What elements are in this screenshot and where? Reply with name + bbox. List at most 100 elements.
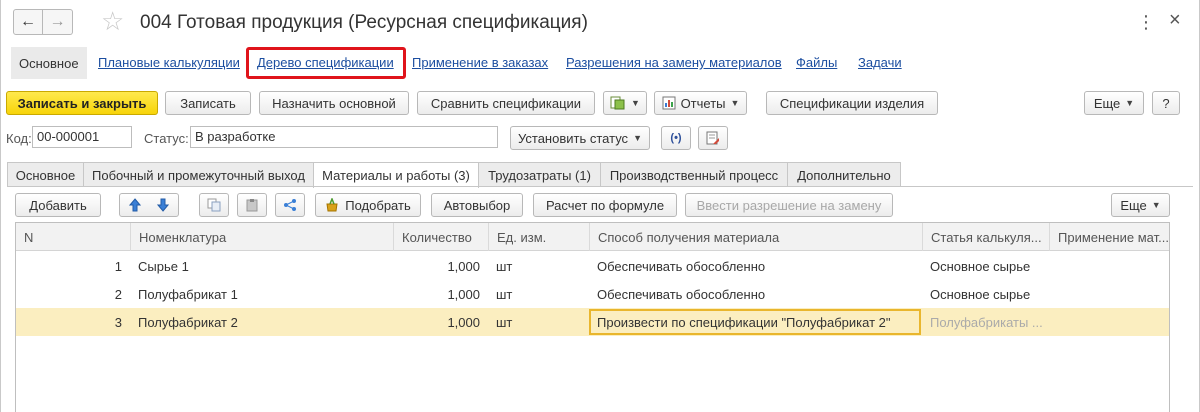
column-header-n[interactable]: N — [16, 223, 130, 251]
arrow-up-icon[interactable] — [121, 198, 149, 212]
forward-button[interactable]: → — [43, 9, 73, 35]
table-more-button[interactable]: Еще ▼ — [1111, 193, 1170, 217]
paste-icon — [245, 198, 259, 212]
panel-link-files[interactable]: Файлы — [796, 55, 837, 70]
form-window: ← → ☆ 004 Готовая продукция (Ресурсная с… — [0, 0, 1200, 412]
title-bar: ← → ☆ 004 Готовая продукция (Ресурсная с… — [1, 0, 1200, 44]
report-icon — [662, 96, 676, 110]
formula-calc-button[interactable]: Расчет по формуле — [533, 193, 677, 217]
tab-additional[interactable]: Дополнительно — [787, 162, 901, 187]
materials-table: N Номенклатура Количество Ед. изм. Спосо… — [15, 222, 1170, 412]
table-header: N Номенклатура Количество Ед. изм. Спосо… — [16, 223, 1169, 251]
cell-method: Обеспечивать обособленно — [597, 258, 766, 274]
back-button[interactable]: ← — [13, 9, 43, 35]
table-more-label: Еще — [1120, 197, 1147, 213]
cell-usage — [1049, 280, 1169, 308]
column-header-article[interactable]: Статья калькуля... — [922, 223, 1049, 251]
column-header-usage[interactable]: Применение мат... — [1049, 223, 1169, 251]
tab-byproducts[interactable]: Побочный и промежуточный выход — [83, 162, 314, 187]
code-label: Код: — [6, 131, 32, 146]
more-menu-icon[interactable]: ⋮ — [1137, 12, 1156, 33]
more-label: Еще — [1093, 95, 1121, 111]
tab-main[interactable]: Основное — [7, 162, 84, 187]
share-button[interactable] — [275, 193, 305, 217]
pick-bucket-icon — [325, 198, 339, 212]
chevron-down-icon: ▼ — [633, 133, 642, 143]
cell-method[interactable]: Произвести по спецификации "Полуфабрикат… — [589, 308, 922, 336]
table-row[interactable]: 1 Сырье 1 1,000 шт Обеспечивать обособле… — [16, 252, 1169, 280]
panel-link-order-usage[interactable]: Применение в заказах — [412, 55, 548, 70]
table-row-selected[interactable]: 3 Полуфабрикат 2 1,000 шт Произвести по … — [16, 308, 1169, 336]
enter-permit-button[interactable]: Ввести разрешение на замену — [685, 193, 893, 217]
cell-n: 1 — [114, 258, 122, 274]
reports-button[interactable]: Отчеты ▼ — [654, 91, 747, 115]
cell-article: Полуфабрикаты ... — [930, 314, 1043, 330]
chevron-down-icon: ▼ — [631, 98, 640, 108]
cell-qty: 1,000 — [447, 258, 480, 274]
tab-production-process[interactable]: Производственный процесс — [600, 162, 788, 187]
copy-button[interactable] — [199, 193, 229, 217]
cell-method: Обеспечивать обособленно — [597, 286, 766, 302]
autoselect-button[interactable]: Автовыбор — [431, 193, 523, 217]
signal-icon: (•) — [670, 132, 682, 144]
favorite-star-icon[interactable]: ☆ — [101, 6, 124, 37]
workflow-button[interactable]: (•) — [661, 126, 691, 150]
cell-item: Сырье 1 — [138, 258, 189, 274]
cell-usage — [1049, 252, 1169, 280]
add-button[interactable]: Добавить — [15, 193, 101, 217]
chevron-down-icon: ▼ — [1125, 98, 1135, 108]
cell-unit: шт — [496, 286, 513, 302]
column-header-unit[interactable]: Ед. изм. — [488, 223, 589, 251]
code-field[interactable]: 00-000001 — [32, 126, 132, 148]
column-header-item[interactable]: Номенклатура — [130, 223, 393, 251]
close-icon[interactable]: × — [1169, 9, 1181, 32]
arrow-down-icon[interactable] — [149, 198, 177, 212]
arrow-left-icon: ← — [20, 13, 36, 30]
chevron-down-icon: ▼ — [730, 98, 740, 108]
copy-icon — [207, 198, 221, 212]
pick-button[interactable]: Подобрать — [315, 193, 421, 217]
save-and-close-button[interactable]: Записать и закрыть — [6, 91, 158, 115]
page-title: 004 Готовая продукция (Ресурсная специфи… — [140, 12, 588, 33]
document-edit-icon — [706, 131, 720, 146]
more-button[interactable]: Еще ▼ — [1084, 91, 1144, 115]
status-label: Статус: — [144, 131, 189, 146]
cell-unit: шт — [496, 258, 513, 274]
cell-qty: 1,000 — [447, 286, 480, 302]
cell-usage — [1049, 308, 1169, 336]
table-row[interactable]: 2 Полуфабрикат 1 1,000 шт Обеспечивать о… — [16, 280, 1169, 308]
create-based-on-button[interactable]: ▼ — [603, 91, 647, 115]
tab-materials[interactable]: Материалы и работы (3) — [313, 162, 479, 188]
move-buttons — [119, 193, 179, 217]
compare-specs-button[interactable]: Сравнить спецификации — [417, 91, 595, 115]
cell-article: Основное сырье — [930, 286, 1031, 302]
panel-link-tasks[interactable]: Задачи — [858, 55, 902, 70]
cell-item: Полуфабрикат 2 — [138, 314, 238, 330]
item-specs-button[interactable]: Спецификации изделия — [766, 91, 938, 115]
set-status-label: Установить статус — [518, 130, 629, 146]
column-header-qty[interactable]: Количество — [393, 223, 488, 251]
paste-button[interactable] — [237, 193, 267, 217]
status-field[interactable]: В разработке — [190, 126, 498, 148]
document-edit-button[interactable] — [698, 126, 728, 150]
cell-item: Полуфабрикат 1 — [138, 286, 238, 302]
cell-article: Основное сырье — [930, 258, 1031, 274]
cell-qty: 1,000 — [447, 314, 480, 330]
create-based-on-icon — [610, 96, 626, 110]
tab-labor[interactable]: Трудозатраты (1) — [478, 162, 601, 187]
help-button[interactable]: ? — [1152, 91, 1180, 115]
panel-link-material-substitution[interactable]: Разрешения на замену материалов — [566, 55, 782, 70]
pick-label: Подобрать — [345, 197, 411, 213]
tab-divider — [7, 186, 1193, 187]
column-header-method[interactable]: Способ получения материала — [589, 223, 922, 251]
set-status-button[interactable]: Установить статус ▼ — [510, 126, 650, 150]
cell-n: 2 — [114, 286, 122, 302]
chevron-down-icon: ▼ — [1151, 200, 1161, 210]
set-main-button[interactable]: Назначить основной — [259, 91, 409, 115]
reports-label: Отчеты — [680, 95, 726, 111]
save-button[interactable]: Записать — [165, 91, 251, 115]
arrow-right-icon: → — [49, 13, 66, 30]
panel-link-main[interactable]: Основное — [11, 47, 87, 79]
panel-link-planned-calculations[interactable]: Плановые калькуляции — [98, 55, 240, 70]
share-icon — [283, 198, 297, 212]
